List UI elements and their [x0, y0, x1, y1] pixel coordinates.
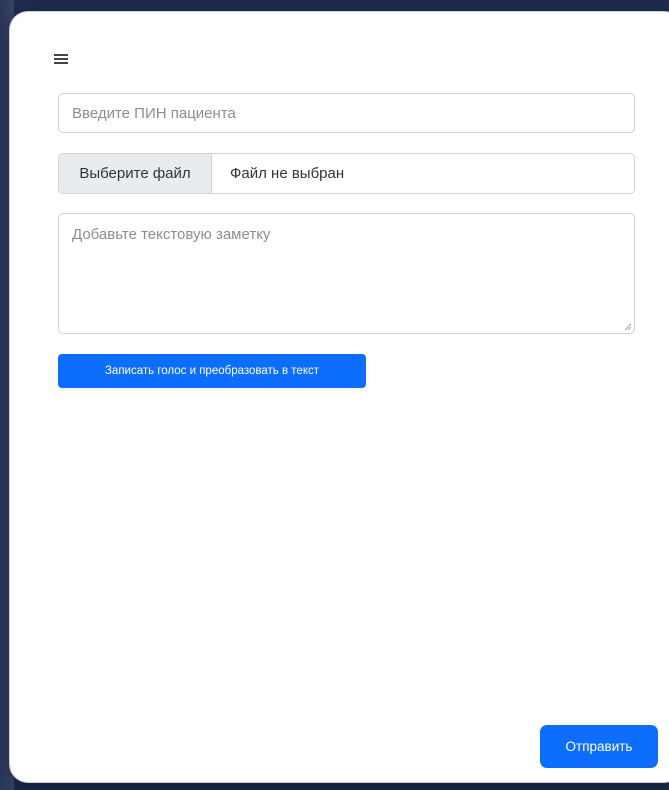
menu-line — [54, 54, 68, 56]
resize-handle-icon[interactable] — [624, 323, 632, 331]
file-status-text: Файл не выбран — [230, 165, 345, 182]
menu-line — [54, 58, 68, 60]
submit-button[interactable]: Отправить — [540, 725, 658, 768]
text-note-textarea[interactable] — [58, 213, 635, 334]
patient-pin-input[interactable] — [58, 93, 635, 133]
file-input[interactable]: Выберите файл Файл не выбран — [58, 153, 635, 194]
hamburger-menu-icon[interactable] — [54, 53, 68, 65]
choose-file-button[interactable]: Выберите файл — [59, 154, 212, 193]
record-voice-button[interactable]: Записать голос и преобразовать в текст — [58, 354, 366, 388]
menu-line — [54, 62, 68, 64]
form-card: Выберите файл Файл не выбран Записать го… — [10, 12, 669, 782]
